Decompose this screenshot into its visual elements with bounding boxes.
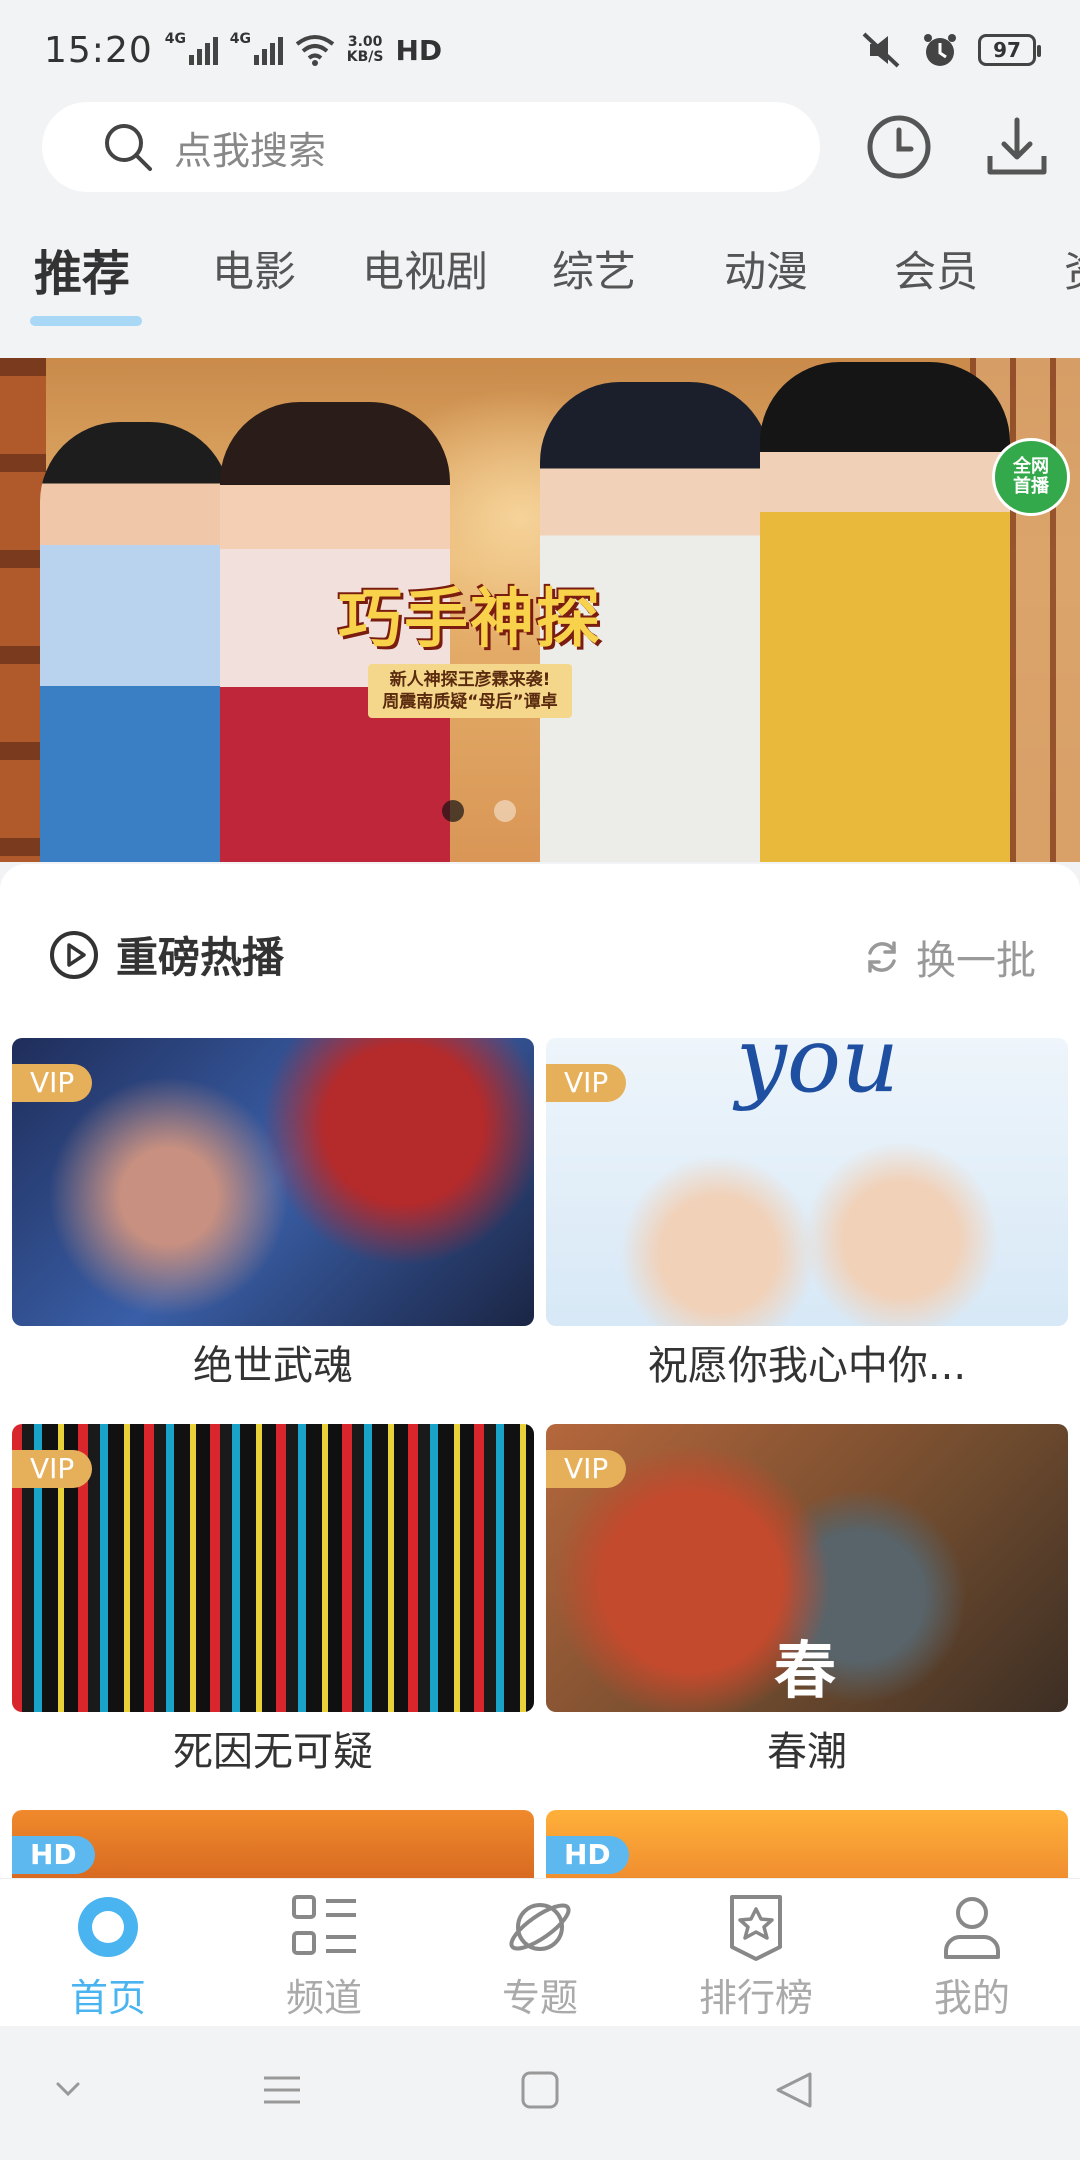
video-thumbnail[interactable]: 春 VIP [546,1424,1068,1712]
poster-text: you [736,1038,899,1113]
tab-anime[interactable]: 动漫 [724,238,808,299]
nav-profile[interactable]: 我的 [864,1889,1080,2022]
video-card[interactable]: VIP 绝世武魂 [12,1038,534,1400]
grid-icon [292,1895,356,1955]
tab-member[interactable]: 会员 [894,238,978,299]
tab-movie[interactable]: 电影 [212,238,296,299]
nav-home[interactable]: 首页 [0,1889,216,2022]
nav-label: 频道 [285,1976,362,2020]
hd-badge: HD [546,1836,629,1874]
search-row: 点我搜索 [0,100,1080,220]
banner-figure [40,422,230,862]
tab-variety[interactable]: 综艺 [552,238,636,299]
profile-icon [944,1897,1000,1959]
tab-recommend[interactable]: 推荐 [34,234,130,304]
battery-indicator: 97 [978,34,1041,66]
video-card[interactable]: HD [12,1810,534,1878]
status-bar: 15:20 4G 4G 3.00 KB/S HD 97 [0,0,1080,100]
menu-icon[interactable] [262,2070,302,2110]
premiere-badge: 全网 首播 [992,438,1070,516]
status-time: 15:20 [44,29,153,71]
nav-ranking[interactable]: 排行榜 [648,1889,864,2022]
history-icon[interactable] [866,114,932,180]
video-thumbnail[interactable]: VIP [12,1424,534,1712]
video-thumbnail[interactable]: HD [546,1810,1068,1878]
category-tabs: 推荐 电影 电视剧 综艺 动漫 会员 资 [0,220,1080,340]
video-card[interactable]: you VIP 祝愿你我心中你... [546,1038,1068,1400]
tab-tv-series[interactable]: 电视剧 [362,238,488,299]
home-icon [78,1897,138,1957]
nav-label: 首页 [69,1976,146,2020]
banner-carousel[interactable]: 巧手神探 新人神探王彦霖来袭! 周震南质疑“母后”谭卓 全网 首播 [0,358,1080,862]
ranking-icon [730,1895,782,1961]
signal-icon-2: 4G [230,31,283,65]
video-card[interactable]: VIP 死因无可疑 [12,1424,534,1786]
video-title[interactable]: 绝世武魂 [12,1340,534,1400]
carousel-dot[interactable] [494,800,516,822]
carousel-indicator [442,800,516,822]
wifi-icon [295,35,334,66]
nav-channels[interactable]: 频道 [216,1889,432,2022]
refresh-icon [868,941,896,973]
vip-badge: VIP [546,1450,627,1488]
active-tab-indicator [30,316,142,326]
vip-badge: VIP [12,1064,93,1102]
tab-more[interactable]: 资 [1064,238,1080,299]
poster-text: 春 [774,1634,837,1707]
search-icon [105,124,152,171]
video-card[interactable]: 春 VIP 春潮 [546,1424,1068,1786]
chevron-down-icon[interactable] [50,2070,86,2106]
alarm-icon [924,34,956,66]
hd-indicator: HD [395,33,443,67]
video-thumbnail[interactable]: you VIP [546,1038,1068,1326]
section-title: 重磅热播 [116,933,285,982]
nav-label: 排行榜 [698,1976,813,2020]
video-title[interactable]: 死因无可疑 [12,1726,534,1786]
nav-topics[interactable]: 专题 [432,1889,648,2022]
network-speed: 3.00 KB/S [346,34,384,65]
mute-icon [862,32,900,68]
play-circle-icon [50,930,98,979]
refresh-button[interactable]: 换一批 [862,928,1036,986]
vip-badge: VIP [546,1064,627,1102]
refresh-label: 换一批 [916,938,1036,984]
video-title[interactable]: 春潮 [546,1726,1068,1786]
banner-caption: 新人神探王彦霖来袭! 周震南质疑“母后”谭卓 [368,664,572,718]
home-square-icon[interactable] [520,2070,560,2110]
search-placeholder: 点我搜索 [174,128,327,173]
banner-figure [760,362,1010,862]
system-navigation-bar [0,2026,1080,2160]
download-icon[interactable] [984,114,1050,180]
content-panel: 重磅热播 换一批 VIP 绝世武魂 you VIP 祝愿你我心中你... VIP… [0,864,1080,1878]
signal-icon: 4G [165,31,218,65]
nav-label: 我的 [933,1976,1010,2020]
video-thumbnail[interactable]: VIP [12,1038,534,1326]
bottom-navigation: 首页 频道 专题 排行榜 我的 [0,1878,1080,2026]
planet-icon [509,1903,571,1951]
vip-badge: VIP [12,1450,93,1488]
video-thumbnail[interactable]: HD [12,1810,534,1878]
search-input[interactable]: 点我搜索 [42,102,820,192]
section-header: 重磅热播 换一批 [0,924,1080,994]
carousel-dot[interactable] [442,800,464,822]
video-card[interactable]: HD [546,1810,1068,1878]
hd-badge: HD [12,1836,95,1874]
video-title[interactable]: 祝愿你我心中你... [546,1340,1068,1400]
back-icon[interactable] [774,2070,814,2110]
banner-title-card: 巧手神探 新人神探王彦霖来袭! 周震南质疑“母后”谭卓 [300,568,640,718]
show-logo: 巧手神探 [338,582,602,657]
nav-label: 专题 [501,1976,578,2020]
